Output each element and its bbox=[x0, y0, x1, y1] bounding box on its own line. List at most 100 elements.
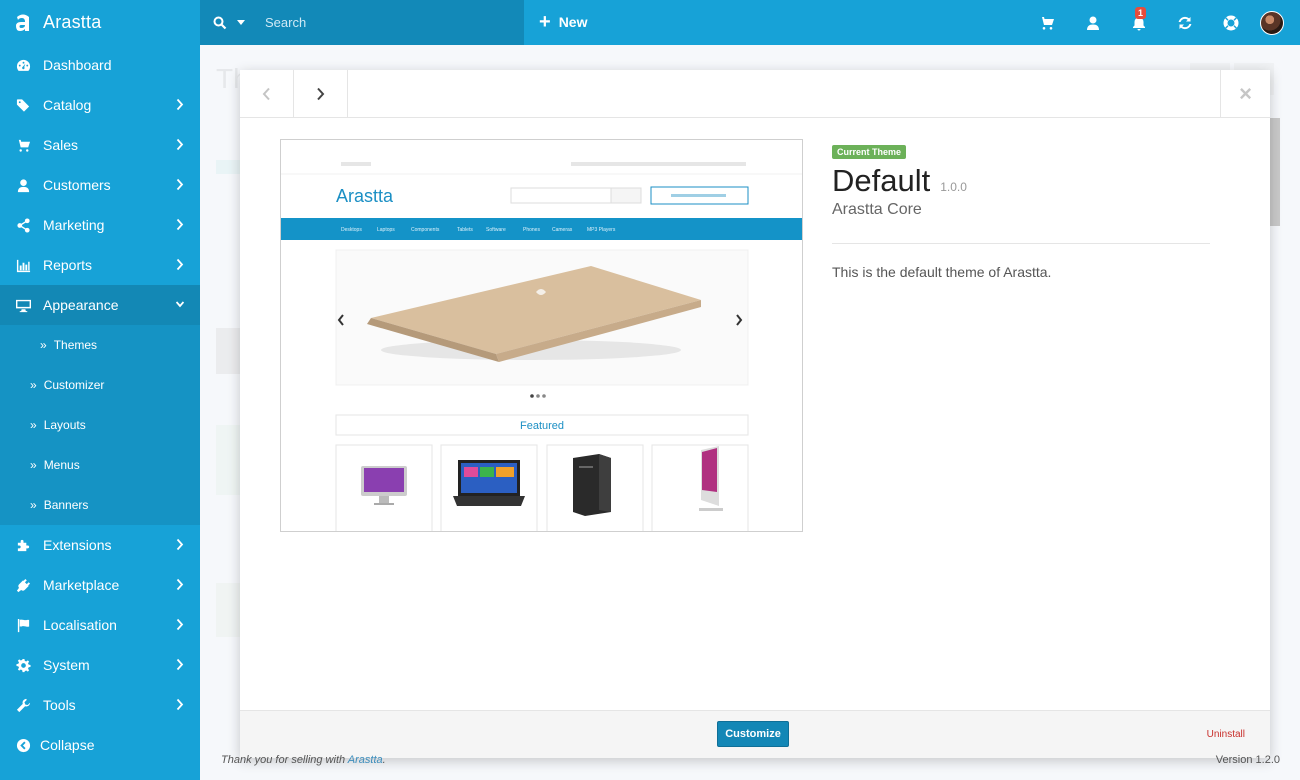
sidebar-subitem-label: Themes bbox=[53, 338, 98, 352]
sidebar-item-collapse[interactable]: Collapse bbox=[0, 725, 200, 765]
preview-menu-item: Desktops bbox=[341, 227, 362, 233]
cart-button[interactable] bbox=[1024, 0, 1070, 45]
gear-icon bbox=[15, 657, 31, 673]
sidebar-item-label: Marketing bbox=[43, 217, 105, 233]
preview-menu-item: Software bbox=[486, 227, 506, 233]
sidebar: Arastta Dashboard Catalog Sales Customer… bbox=[0, 0, 200, 780]
theme-author: Arastta Core bbox=[832, 201, 922, 218]
uninstall-link[interactable]: Uninstall bbox=[1207, 729, 1245, 740]
user-icon bbox=[15, 177, 31, 193]
footer-credit: Thank you for selling with Arastta. bbox=[221, 754, 386, 766]
footer-credit-suffix: . bbox=[382, 754, 386, 766]
sidebar-item-label: Appearance bbox=[43, 297, 119, 313]
help-button[interactable] bbox=[1208, 0, 1254, 45]
cart-icon bbox=[1039, 16, 1054, 30]
sidebar-item-catalog[interactable]: Catalog bbox=[0, 85, 200, 125]
chevron-left-icon bbox=[262, 87, 270, 101]
sidebar-item-tools[interactable]: Tools bbox=[0, 685, 200, 725]
sidebar-item-dashboard[interactable]: Dashboard bbox=[0, 45, 200, 85]
refresh-button[interactable] bbox=[1162, 0, 1208, 45]
chevron-right-icon bbox=[176, 258, 184, 272]
circle-left-icon bbox=[15, 737, 31, 753]
share-icon bbox=[15, 217, 31, 233]
topbar: + New 1 bbox=[200, 0, 1300, 45]
caret-down-icon[interactable] bbox=[237, 20, 245, 25]
sidebar-item-customers[interactable]: Customers bbox=[0, 165, 200, 205]
avatar[interactable] bbox=[1260, 10, 1284, 35]
sidebar-item-label: Extensions bbox=[43, 537, 112, 553]
previous-theme-button[interactable] bbox=[240, 70, 294, 118]
plus-icon: + bbox=[539, 11, 551, 33]
sidebar-item-localisation[interactable]: Localisation bbox=[0, 605, 200, 645]
sidebar-subitem-banners[interactable]: » Banners bbox=[0, 485, 200, 525]
tags-icon bbox=[15, 97, 31, 113]
scrollbar[interactable] bbox=[1270, 118, 1280, 226]
sidebar-item-system[interactable]: System bbox=[0, 645, 200, 685]
preview-menu-item: Tablets bbox=[457, 227, 473, 233]
theme-description: This is the default theme of Arastta. bbox=[832, 264, 1052, 280]
sidebar-item-label: Customers bbox=[43, 177, 111, 193]
sidebar-subitem-label: Customizer bbox=[43, 378, 105, 392]
chevron-right-icon bbox=[176, 578, 184, 592]
cart-icon bbox=[15, 137, 31, 153]
preview-menu-item: Components bbox=[411, 227, 440, 233]
sidebar-item-label: System bbox=[43, 657, 90, 673]
search-box bbox=[200, 0, 524, 45]
sidebar-subitem-label: Banners bbox=[43, 498, 89, 512]
double-chevron-icon: » bbox=[30, 498, 37, 512]
sidebar-subitem-label: Layouts bbox=[43, 418, 86, 432]
chevron-right-icon bbox=[176, 698, 184, 712]
sidebar-item-label: Sales bbox=[43, 137, 79, 153]
sidebar-subitem-layouts[interactable]: » Layouts bbox=[0, 405, 200, 445]
chevron-right-icon bbox=[317, 87, 325, 101]
sidebar-item-appearance[interactable]: Appearance bbox=[0, 285, 200, 325]
sidebar-item-marketplace[interactable]: Marketplace bbox=[0, 565, 200, 605]
search-input[interactable] bbox=[265, 15, 485, 30]
close-button[interactable]: × bbox=[1220, 70, 1270, 118]
sidebar-item-label: Tools bbox=[43, 697, 76, 713]
sidebar-item-label: Catalog bbox=[43, 97, 92, 113]
footer-credit-prefix: Thank you for selling with bbox=[221, 754, 348, 766]
sidebar-subitem-label: Menus bbox=[43, 458, 80, 472]
theme-version: 1.0.0 bbox=[940, 180, 967, 194]
brand[interactable]: Arastta bbox=[0, 0, 200, 45]
chevron-right-icon bbox=[176, 98, 184, 112]
chevron-right-icon bbox=[176, 658, 184, 672]
theme-name: Default bbox=[832, 163, 931, 198]
chevron-down-icon bbox=[175, 298, 185, 312]
modal-header: × bbox=[240, 70, 1270, 118]
sidebar-subitem-themes[interactable]: » Themes bbox=[0, 325, 200, 365]
search-icon[interactable] bbox=[213, 16, 227, 30]
next-theme-button[interactable] bbox=[294, 70, 348, 118]
modal-footer: Customize Uninstall bbox=[240, 710, 1270, 758]
sidebar-item-label: Marketplace bbox=[43, 577, 120, 593]
chevron-right-icon bbox=[176, 218, 184, 232]
sidebar-item-marketing[interactable]: Marketing bbox=[0, 205, 200, 245]
arastta-logo-icon bbox=[16, 14, 29, 31]
sidebar-item-sales[interactable]: Sales bbox=[0, 125, 200, 165]
double-chevron-icon: » bbox=[30, 418, 37, 432]
double-chevron-icon: » bbox=[30, 378, 37, 392]
bar-chart-icon bbox=[15, 257, 31, 273]
footer-arastta-link[interactable]: Arastta bbox=[348, 754, 383, 766]
refresh-icon bbox=[1178, 16, 1192, 29]
theme-modal: × Arastta Desktops Laptops Components Ta… bbox=[240, 70, 1270, 758]
desktop-icon bbox=[15, 297, 31, 313]
new-button[interactable]: + New bbox=[539, 11, 587, 33]
sidebar-item-extensions[interactable]: Extensions bbox=[0, 525, 200, 565]
preview-product-laptop bbox=[453, 460, 525, 506]
wrench-icon bbox=[15, 697, 31, 713]
sidebar-subitem-customizer[interactable]: » Customizer bbox=[0, 365, 200, 405]
user-button[interactable] bbox=[1070, 0, 1116, 45]
double-chevron-icon: » bbox=[30, 458, 37, 472]
life-ring-icon bbox=[1223, 15, 1239, 30]
chevron-right-icon bbox=[176, 138, 184, 152]
theme-info: Current Theme Default 1.0.0 Arastta Core… bbox=[832, 142, 1210, 280]
sidebar-subitem-menus[interactable]: » Menus bbox=[0, 445, 200, 485]
preview-logo: Arastta bbox=[336, 186, 394, 206]
user-icon bbox=[1087, 16, 1099, 30]
notifications-button[interactable]: 1 bbox=[1116, 0, 1162, 45]
sidebar-item-reports[interactable]: Reports bbox=[0, 245, 200, 285]
customize-button[interactable]: Customize bbox=[717, 721, 789, 747]
preview-featured-heading: Featured bbox=[520, 420, 564, 432]
